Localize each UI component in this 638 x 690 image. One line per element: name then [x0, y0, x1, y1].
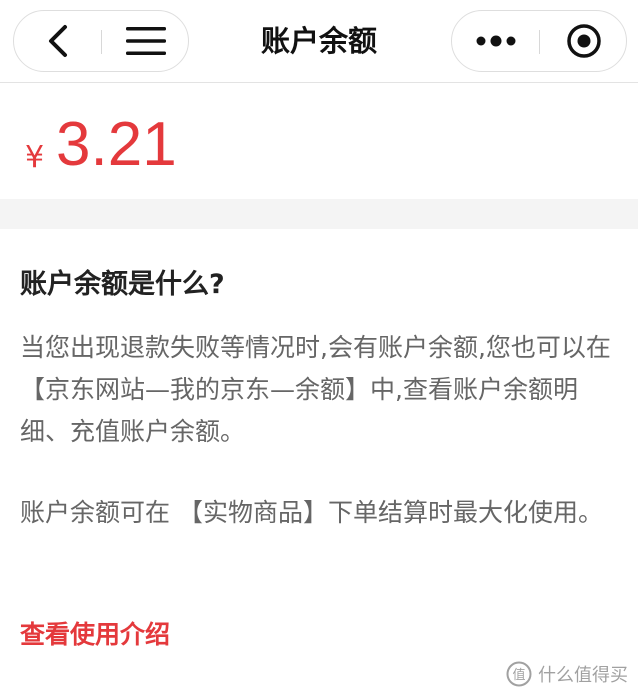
page-title: 账户余额 [260, 24, 377, 58]
watermark: 值 什么值得买 [506, 661, 628, 687]
more-button[interactable] [452, 11, 539, 71]
target-circle-icon [566, 24, 601, 58]
nav-capsule-left [13, 10, 189, 72]
close-button[interactable] [540, 11, 627, 71]
page: 账户余额 ¥ 3.21 账户余额是什么? 当您出现退款失败等情况时,会有账户余额… [0, 0, 638, 690]
back-button[interactable] [14, 11, 101, 71]
watermark-logo-icon: 值 [506, 661, 532, 687]
info-section: 账户余额是什么? 当您出现退款失败等情况时,会有账户余额,您也可以在 【京东网站… [0, 229, 638, 690]
more-dots-icon [476, 35, 515, 47]
watermark-text: 什么值得买 [538, 665, 628, 686]
menu-button[interactable] [102, 11, 189, 71]
hamburger-menu-icon [125, 27, 166, 55]
info-paragraph-1: 当您出现退款失败等情况时,会有账户余额,您也可以在 【京东网站—我的京东—余额】… [20, 333, 611, 446]
info-paragraph-2: 账户余额可在 【实物商品】下单结算时最大化使用。 [20, 498, 603, 527]
info-title: 账户余额是什么? [20, 269, 225, 300]
usage-guide-link[interactable]: 查看使用介绍 [20, 617, 170, 653]
top-nav-bar: 账户余额 [0, 0, 638, 83]
svg-text:值: 值 [512, 667, 525, 683]
section-divider [0, 199, 638, 229]
chevron-left-icon [48, 25, 67, 57]
nav-capsule-right [451, 10, 627, 72]
currency-symbol: ¥ [25, 140, 45, 175]
balance-section: ¥ 3.21 [0, 83, 638, 199]
balance-amount: 3.21 [56, 110, 177, 179]
